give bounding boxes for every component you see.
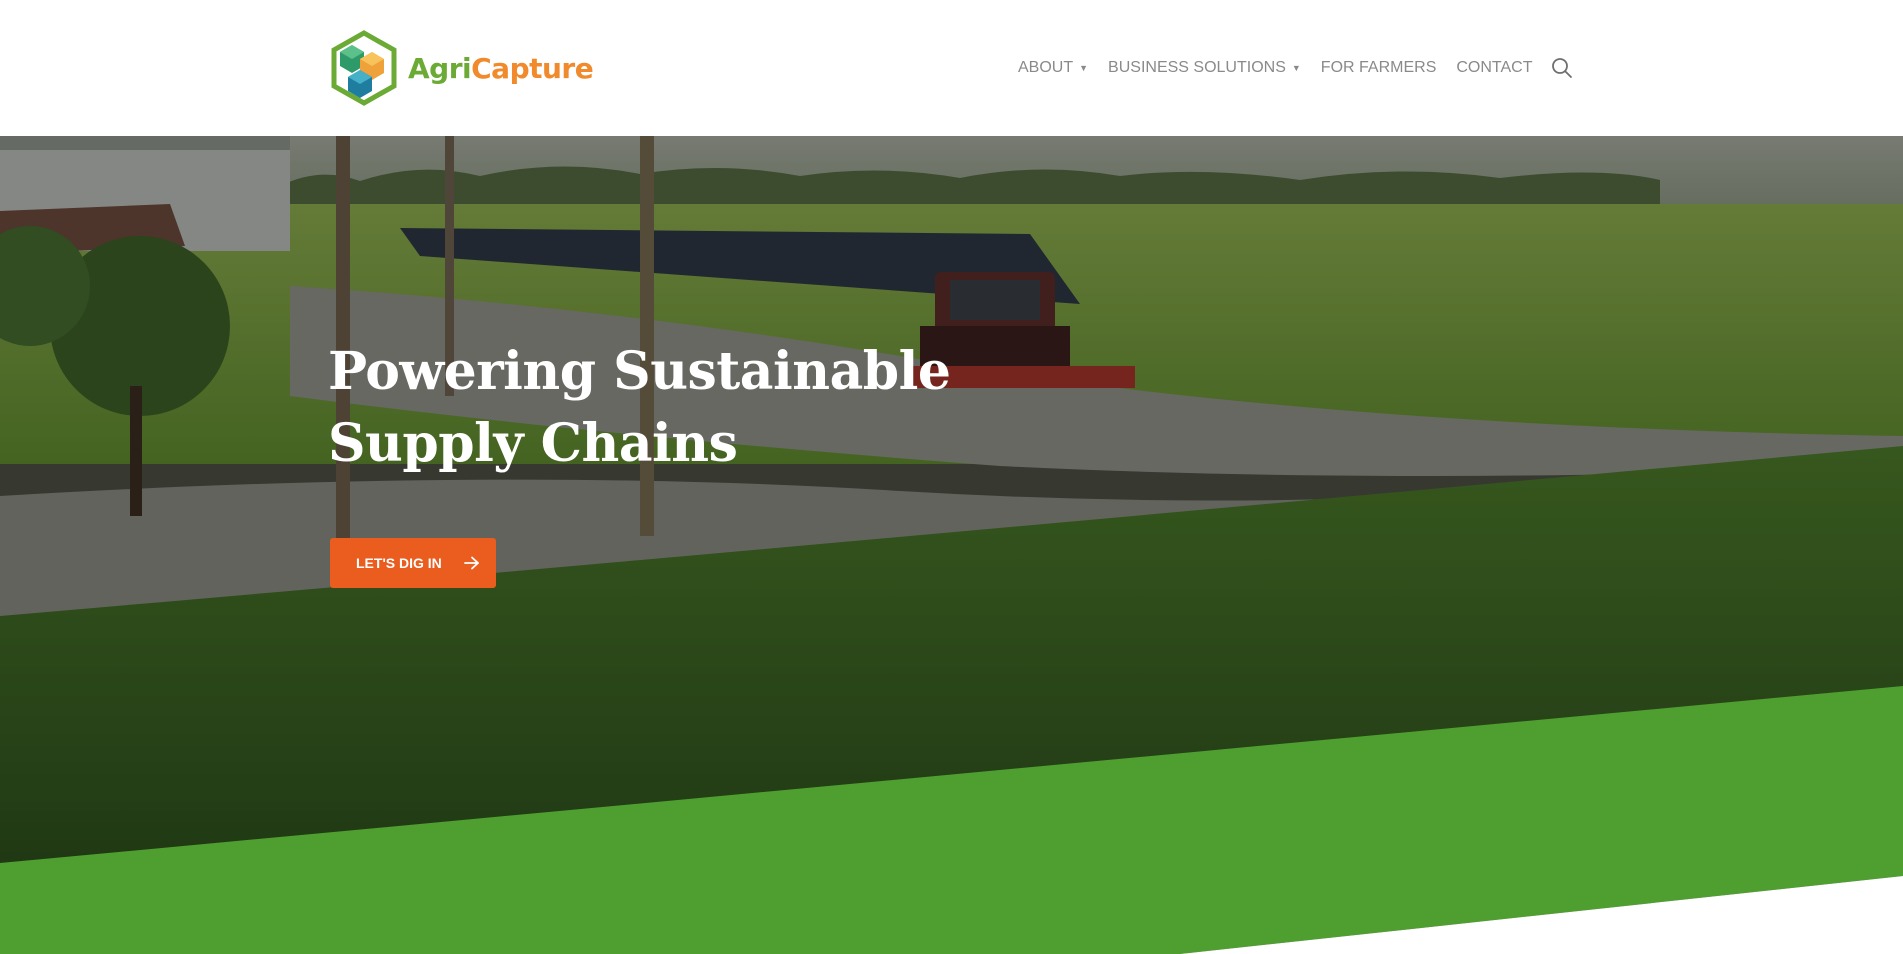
green-angled-band — [0, 686, 1903, 954]
nav-item-label: ABOUT — [1018, 59, 1074, 76]
nav-item-about[interactable]: ABOUT ▼ — [1018, 59, 1088, 77]
main-nav: ABOUT ▼ BUSINESS SOLUTIONS ▼ FOR FARMERS… — [1018, 56, 1553, 80]
nav-item-contact[interactable]: CONTACT — [1456, 59, 1532, 77]
caret-down-icon: ▼ — [1079, 63, 1089, 73]
hero-section: Powering Sustainable Supply Chains LET'S… — [0, 136, 1903, 954]
nav-item-label: CONTACT — [1456, 59, 1533, 76]
caret-down-icon: ▼ — [1291, 63, 1301, 73]
search-button[interactable] — [1550, 56, 1574, 80]
site-header: AgriCapture ABOUT ▼ BUSINESS SOLUTIONS ▼… — [0, 0, 1903, 136]
agricapture-logo[interactable]: AgriCapture — [330, 30, 594, 106]
logo-wordmark: AgriCapture — [408, 51, 594, 85]
hexagon-cubes-icon — [331, 30, 397, 106]
nav-item-label: FOR FARMERS — [1320, 59, 1437, 76]
search-icon — [1552, 58, 1572, 78]
nav-item-label: BUSINESS SOLUTIONS — [1108, 59, 1286, 76]
nav-item-for-farmers[interactable]: FOR FARMERS — [1321, 59, 1437, 77]
nav-item-business-solutions[interactable]: BUSINESS SOLUTIONS ▼ — [1108, 59, 1301, 77]
